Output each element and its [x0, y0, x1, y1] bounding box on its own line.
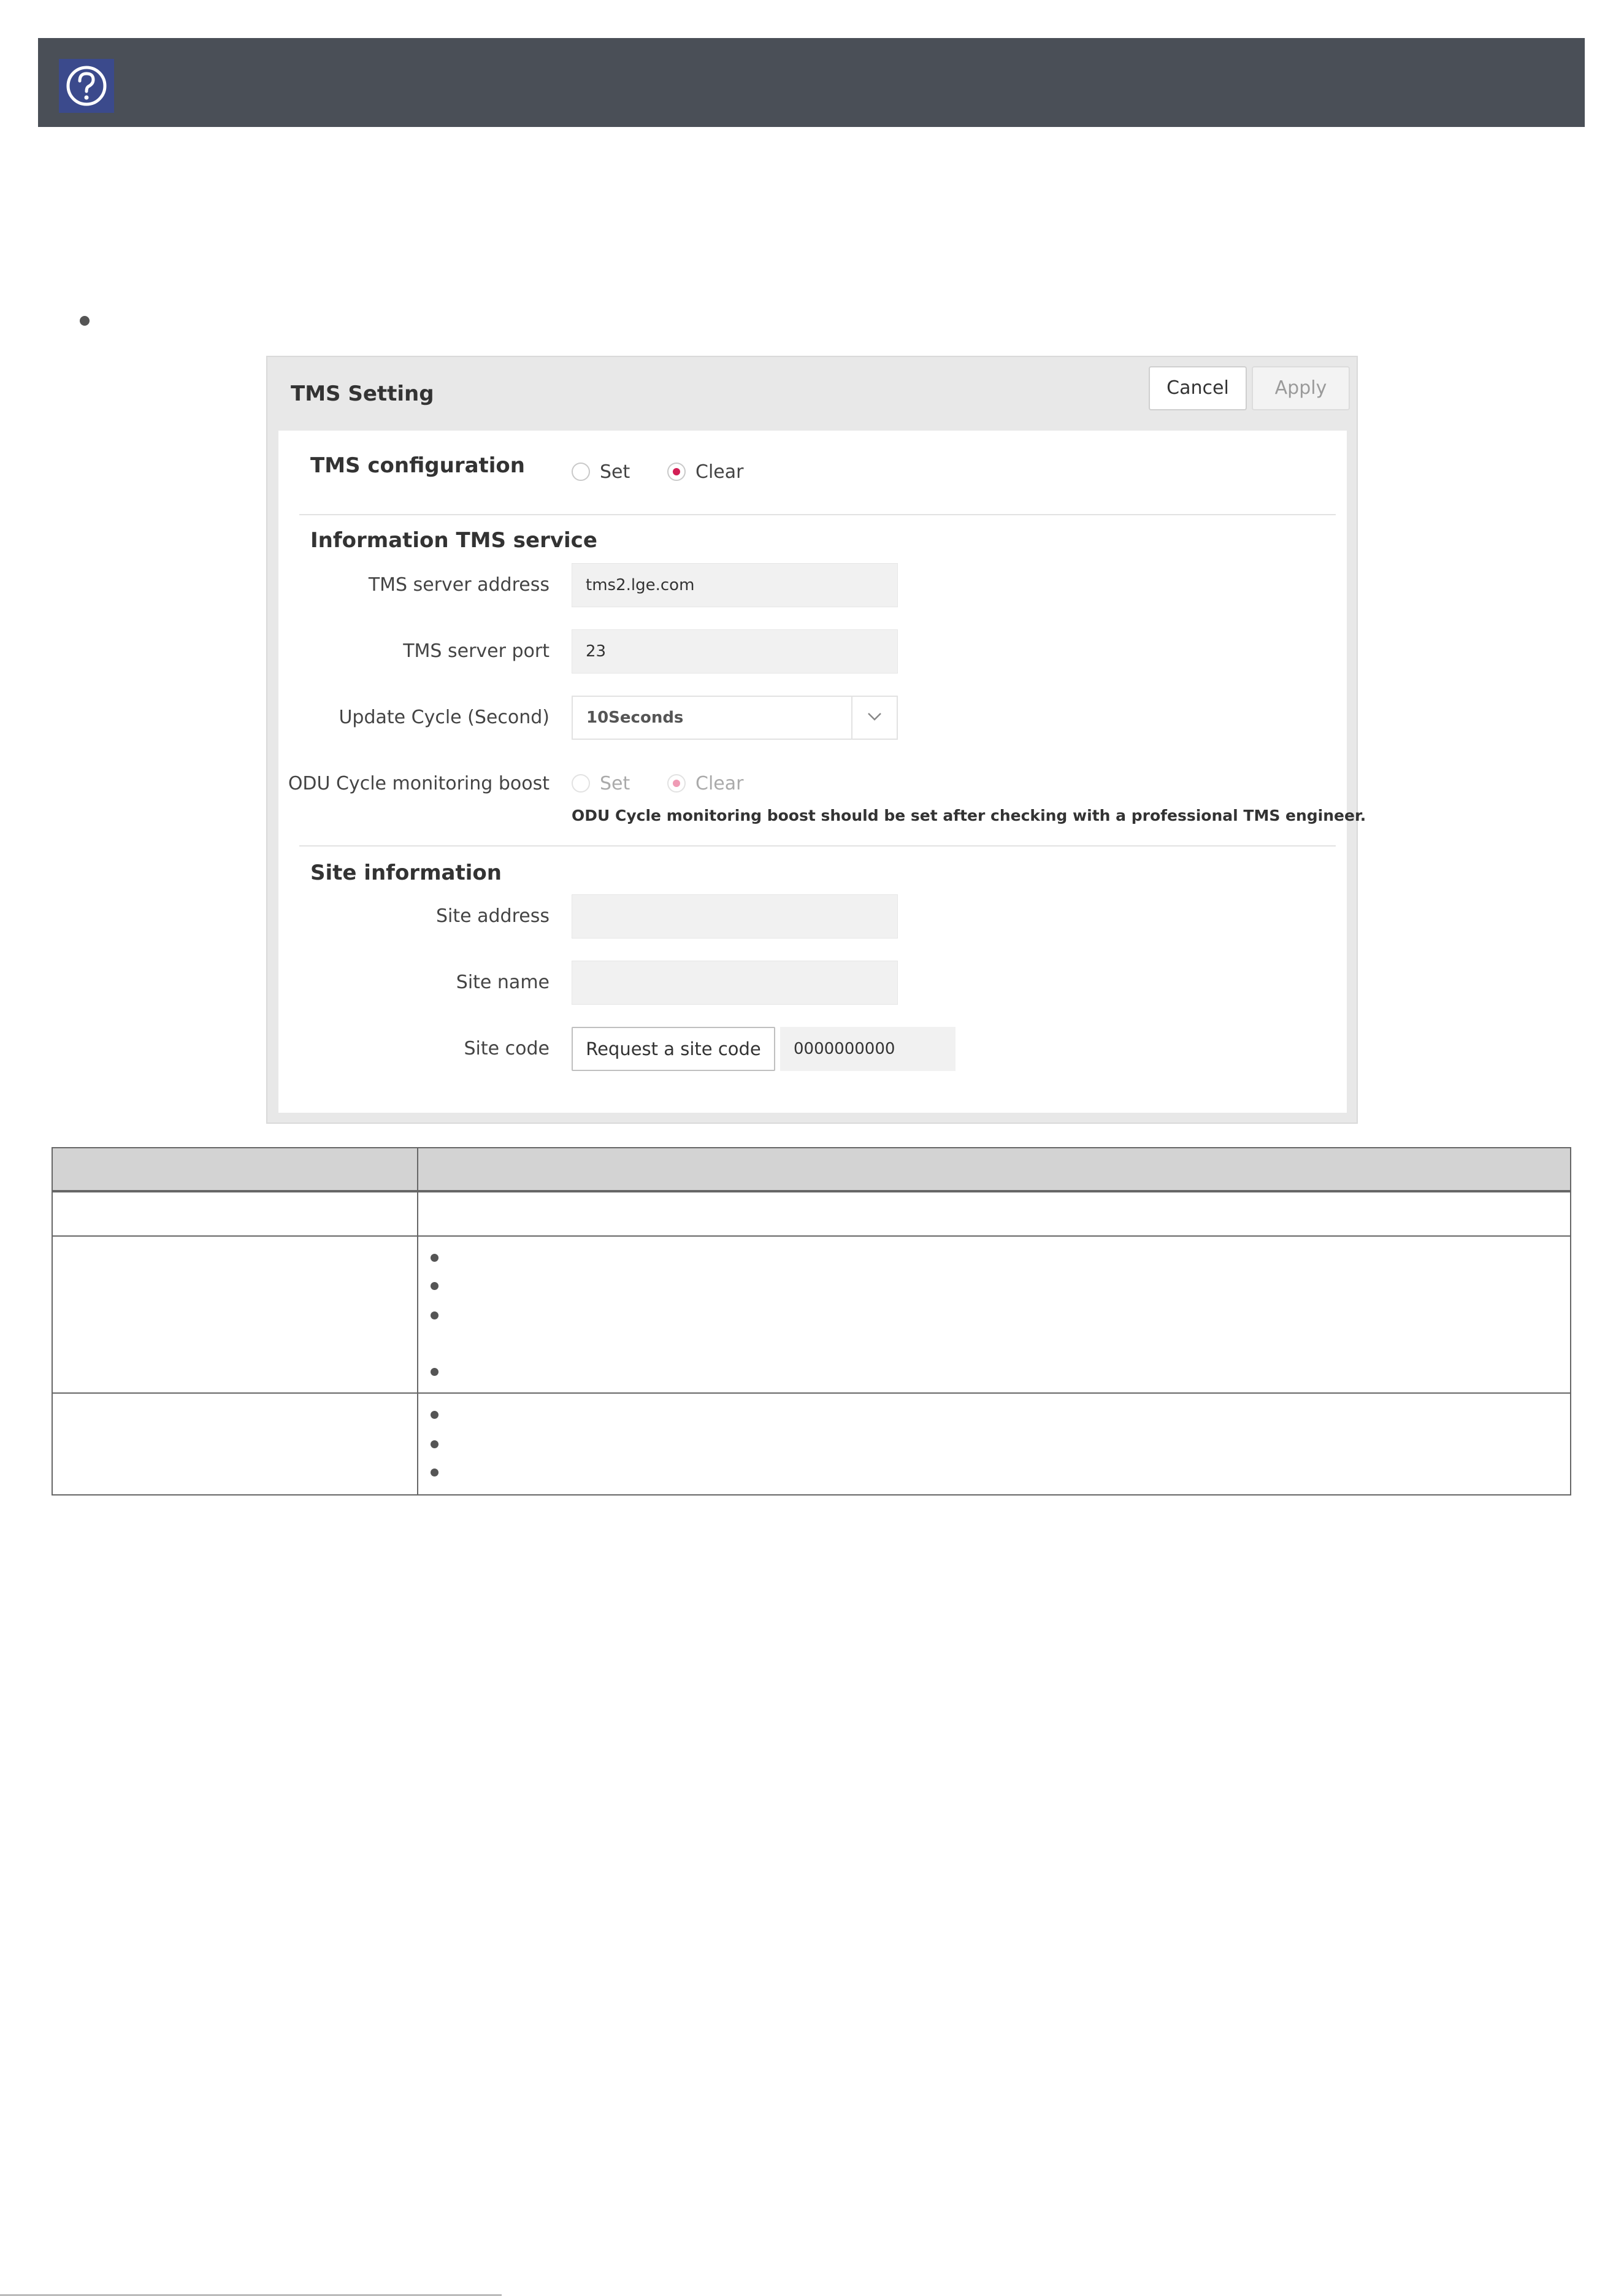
table-row-bullet: [431, 1411, 439, 1419]
request-site-code-button[interactable]: Request a site code: [572, 1027, 775, 1071]
odu-boost-clear-radio[interactable]: [667, 774, 686, 793]
settings-panel: TMS configuration Set Clear Information …: [278, 431, 1366, 1113]
table-row-bullet: [431, 1469, 439, 1476]
odu-boost-clear-label: Clear: [695, 773, 744, 794]
section-divider: [299, 845, 1336, 847]
table-row-bullet: [431, 1440, 439, 1448]
tms-configuration-title: TMS configuration: [310, 453, 525, 478]
site-address-label: Site address: [436, 905, 550, 927]
odu-boost-label: ODU Cycle monitoring boost: [288, 773, 550, 794]
tms-config-clear-label: Clear: [695, 461, 744, 483]
section-divider: [299, 514, 1336, 515]
odu-boost-radio-group: Set Clear: [572, 772, 756, 796]
site-code-input[interactable]: 0000000000: [780, 1027, 956, 1071]
table-row-divider: [53, 1235, 1570, 1237]
table-row-bullet: [431, 1282, 439, 1290]
information-section-title: Information TMS service: [310, 528, 597, 553]
tms-setting-dialog: TMS Setting Cancel Apply TMS configurati…: [266, 356, 1366, 1124]
dialog-title: TMS Setting: [291, 382, 434, 406]
tms-config-set-label: Set: [600, 461, 630, 483]
odu-boost-set-label: Set: [600, 773, 630, 794]
cancel-button[interactable]: Cancel: [1149, 366, 1247, 410]
server-address-input[interactable]: tms2.lge.com: [572, 563, 898, 607]
table-header-row: [53, 1148, 1570, 1191]
server-port-label: TMS server port: [403, 640, 550, 662]
table-row-bullet: [431, 1254, 439, 1262]
table-row-bullet: [431, 1311, 439, 1319]
question-circle-icon[interactable]: [59, 59, 114, 113]
table-row-divider: [53, 1392, 1570, 1394]
update-cycle-label: Update Cycle (Second): [339, 707, 550, 728]
table-row-bullet: [431, 1368, 439, 1376]
table-row-divider: [53, 1191, 1570, 1192]
chevron-down-icon[interactable]: [851, 697, 897, 739]
tms-config-set-radio[interactable]: [572, 463, 590, 481]
top-banner: [38, 38, 1585, 127]
odu-boost-set-radio[interactable]: [572, 774, 590, 793]
update-cycle-select[interactable]: 10Seconds: [572, 696, 898, 740]
site-name-input[interactable]: [572, 961, 898, 1005]
odu-boost-warning: ODU Cycle monitoring boost should be set…: [572, 807, 1366, 824]
description-table: [52, 1147, 1571, 1495]
site-name-label: Site name: [456, 972, 550, 993]
site-code-label: Site code: [464, 1038, 550, 1059]
update-cycle-value: 10Seconds: [586, 708, 684, 727]
server-port-input[interactable]: 23: [572, 629, 898, 674]
tms-configuration-radio-group: Set Clear: [572, 460, 756, 485]
apply-button[interactable]: Apply: [1252, 366, 1350, 410]
server-address-label: TMS server address: [368, 574, 550, 596]
site-section-title: Site information: [310, 861, 502, 885]
site-address-input[interactable]: [572, 894, 898, 939]
table-column-divider: [417, 1148, 418, 1494]
list-bullet: [80, 316, 90, 326]
tms-config-clear-radio[interactable]: [667, 463, 686, 481]
